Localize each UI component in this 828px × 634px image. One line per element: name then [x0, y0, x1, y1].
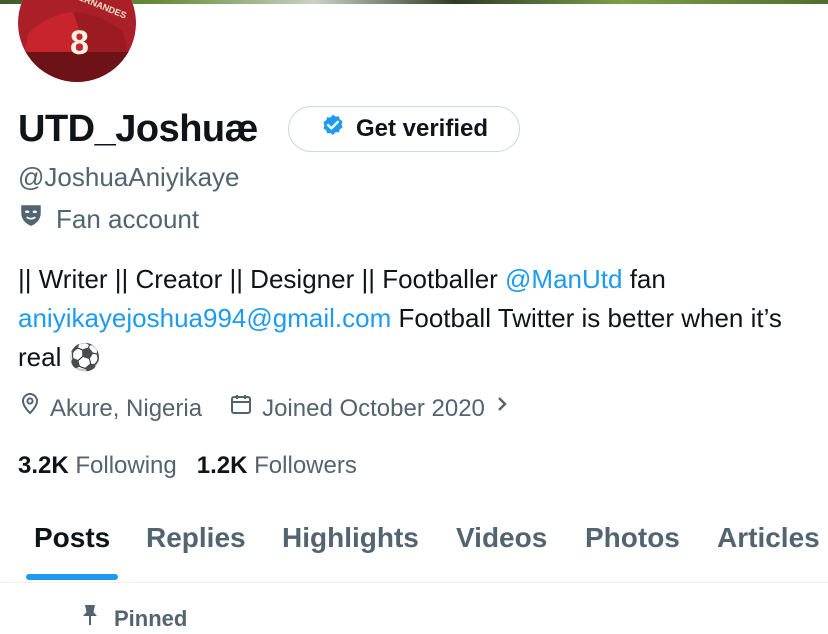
tab-posts[interactable]: Posts: [34, 518, 110, 558]
location-item: Akure, Nigeria: [18, 392, 202, 425]
avatar-jersey-number: 8: [70, 24, 89, 62]
chevron-right-icon: [493, 392, 511, 425]
pinned-label-row: Pinned: [80, 604, 187, 634]
joined-item[interactable]: Joined October 2020: [228, 392, 511, 425]
active-tab-indicator: [26, 574, 118, 580]
pinned-label: Pinned: [114, 606, 188, 631]
bio-text: || Writer || Creator || Designer || Foot…: [18, 264, 506, 294]
location-pin-icon: [18, 392, 42, 425]
tab-videos[interactable]: Videos: [456, 518, 547, 558]
followers-label: Followers: [254, 452, 357, 479]
following-link[interactable]: 3.2K Following: [18, 450, 177, 482]
following-label: Following: [75, 452, 177, 479]
location-text: Akure, Nigeria: [50, 394, 203, 422]
tab-highlights[interactable]: Highlights: [282, 518, 419, 558]
following-count: 3.2K: [18, 452, 69, 479]
tab-articles[interactable]: Articles: [717, 518, 820, 558]
soccer-ball-emoji: ⚽: [68, 342, 101, 372]
theater-masks-icon: [18, 202, 44, 236]
follow-stats: 3.2K Following 1.2K Followers: [18, 450, 357, 482]
tab-replies[interactable]: Replies: [146, 518, 246, 558]
profile-category: Fan account: [18, 202, 199, 236]
bio-email-link[interactable]: aniyikayejoshua994@gmail.com: [18, 303, 391, 333]
get-verified-label: Get verified: [355, 115, 489, 142]
profile-tabs: Posts Replies Highlights Videos Photos A…: [0, 504, 828, 583]
profile-meta: Akure, Nigeria Joined October 2020: [18, 392, 511, 425]
verified-badge-icon: [320, 113, 346, 146]
avatar[interactable]: B.FERNANDES 8: [18, 0, 136, 82]
bio-text: fan: [622, 264, 666, 294]
get-verified-button[interactable]: Get verified: [288, 106, 520, 152]
display-name: UTD_Joshuæ: [18, 108, 258, 150]
followers-link[interactable]: 1.2K Followers: [197, 450, 357, 482]
category-label: Fan account: [56, 204, 200, 234]
tab-photos[interactable]: Photos: [585, 518, 680, 558]
user-handle: @JoshuaAniyikaye: [18, 162, 240, 192]
joined-text: Joined October 2020: [262, 394, 485, 422]
followers-count: 1.2K: [196, 452, 248, 479]
bio-mention-link[interactable]: @ManUtd: [505, 264, 622, 294]
profile-bio: || Writer || Creator || Designer || Foot…: [18, 260, 818, 377]
pin-icon: [80, 604, 100, 634]
calendar-icon: [228, 392, 254, 425]
